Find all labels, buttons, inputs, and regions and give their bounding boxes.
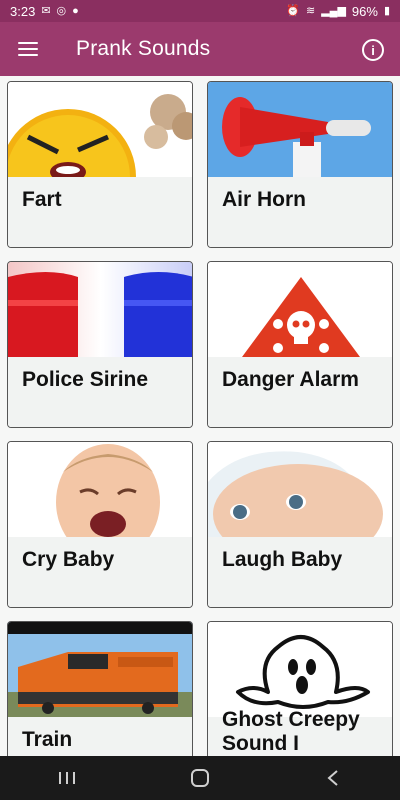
notification-icon: ✉ xyxy=(41,4,51,17)
app-bar: Prank Sounds i xyxy=(0,22,400,76)
battery-icon: ▮ xyxy=(383,4,390,17)
sound-card-police-sirine[interactable]: Police Sirine xyxy=(7,261,193,428)
whatsapp-icon: ◎ xyxy=(56,4,67,17)
wifi-icon: ≋ xyxy=(305,4,316,17)
orange-locomotive-image xyxy=(8,622,192,717)
ghost-icon-image xyxy=(208,622,392,717)
system-nav-bar xyxy=(0,756,400,800)
recents-icon[interactable] xyxy=(47,763,87,793)
location-icon: ● xyxy=(72,4,79,17)
sound-card-laugh-baby[interactable]: Laugh Baby xyxy=(207,441,393,608)
status-bar: 3:23 ✉ ◎ ● ⏰ ≋ ▂▄▆ 96% ▮ xyxy=(0,0,400,22)
sound-label: Laugh Baby xyxy=(222,548,343,571)
back-icon[interactable] xyxy=(313,763,353,793)
sound-card-train[interactable]: Train xyxy=(7,621,193,756)
danger-skull-warning-image xyxy=(208,262,392,357)
status-right: ⏰ ≋ ▂▄▆ 96% ▮ xyxy=(286,4,390,19)
sound-label: Cry Baby xyxy=(22,548,115,571)
sound-label: Fart xyxy=(22,188,62,211)
sound-label: Ghost Creepy Sound I xyxy=(222,708,360,755)
battery-percentage: 96% xyxy=(351,3,378,19)
sound-label: Police Sirine xyxy=(22,368,149,391)
sound-card-air-horn[interactable]: Air Horn xyxy=(207,81,393,248)
alarm-icon: ⏰ xyxy=(286,4,300,17)
status-time: 3:23 xyxy=(10,3,36,19)
sound-card-cry-baby[interactable]: Cry Baby xyxy=(7,441,193,608)
hamburger-menu-icon[interactable] xyxy=(18,37,42,61)
crying-baby-image xyxy=(8,442,192,537)
angry-emoji-fart-image xyxy=(8,82,192,177)
home-icon[interactable] xyxy=(180,763,220,793)
sound-label: Air Horn xyxy=(222,188,306,211)
sound-card-danger-alarm[interactable]: Danger Alarm xyxy=(207,261,393,428)
status-left: 3:23 ✉ ◎ ● xyxy=(10,4,79,19)
info-icon[interactable]: i xyxy=(362,39,384,61)
sound-card-ghost-creepy-sound[interactable]: Ghost Creepy Sound I xyxy=(207,621,393,756)
police-siren-lights-image xyxy=(8,262,192,357)
sound-label: Train xyxy=(22,728,73,751)
app-title: Prank Sounds xyxy=(76,37,211,60)
sound-label: Danger Alarm xyxy=(222,368,359,391)
red-air-horn-image xyxy=(208,82,392,177)
sound-grid: Fart Air Horn Police Sirine Danger Alarm… xyxy=(0,76,400,756)
sound-card-fart[interactable]: Fart xyxy=(7,81,193,248)
smiling-baby-image xyxy=(208,442,392,537)
signal-icon: ▂▄▆ xyxy=(321,4,346,17)
